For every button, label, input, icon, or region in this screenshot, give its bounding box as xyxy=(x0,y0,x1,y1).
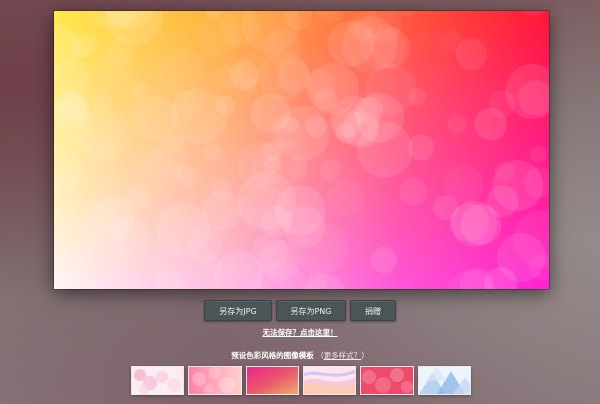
preset-thumb-pastel-bokeh[interactable] xyxy=(131,366,185,395)
cant-save-help: 无法保存？点击这里！ xyxy=(0,327,600,338)
cant-save-link[interactable]: 无法保存？点击这里！ xyxy=(263,328,338,337)
preset-thumb-sunset-gradient[interactable] xyxy=(245,366,299,395)
preset-thumb-red-bokeh[interactable] xyxy=(360,366,414,395)
preset-thumb-pink-bokeh[interactable] xyxy=(188,366,242,395)
preset-thumb-pastel-waves[interactable] xyxy=(302,366,357,395)
preset-thumbnails xyxy=(131,366,471,396)
save-png-button[interactable]: 另存为PNG xyxy=(276,300,346,321)
more-styles-link[interactable]: 更多样式？ xyxy=(324,351,362,360)
action-buttons: 另存为JPG 另存为PNG 捐赠 xyxy=(0,300,600,321)
save-jpg-button[interactable]: 另存为JPG xyxy=(204,300,272,321)
image-preview xyxy=(54,11,549,289)
paren-open: （ xyxy=(316,351,324,360)
preset-heading: 预设色彩风格的图像模板 （更多样式？） xyxy=(0,350,600,361)
donate-button[interactable]: 捐赠 xyxy=(350,300,396,321)
preset-thumb-blue-triangles[interactable] xyxy=(417,366,471,395)
paren-close: ） xyxy=(361,351,369,360)
preset-title: 预设色彩风格的图像模板 xyxy=(231,351,314,360)
